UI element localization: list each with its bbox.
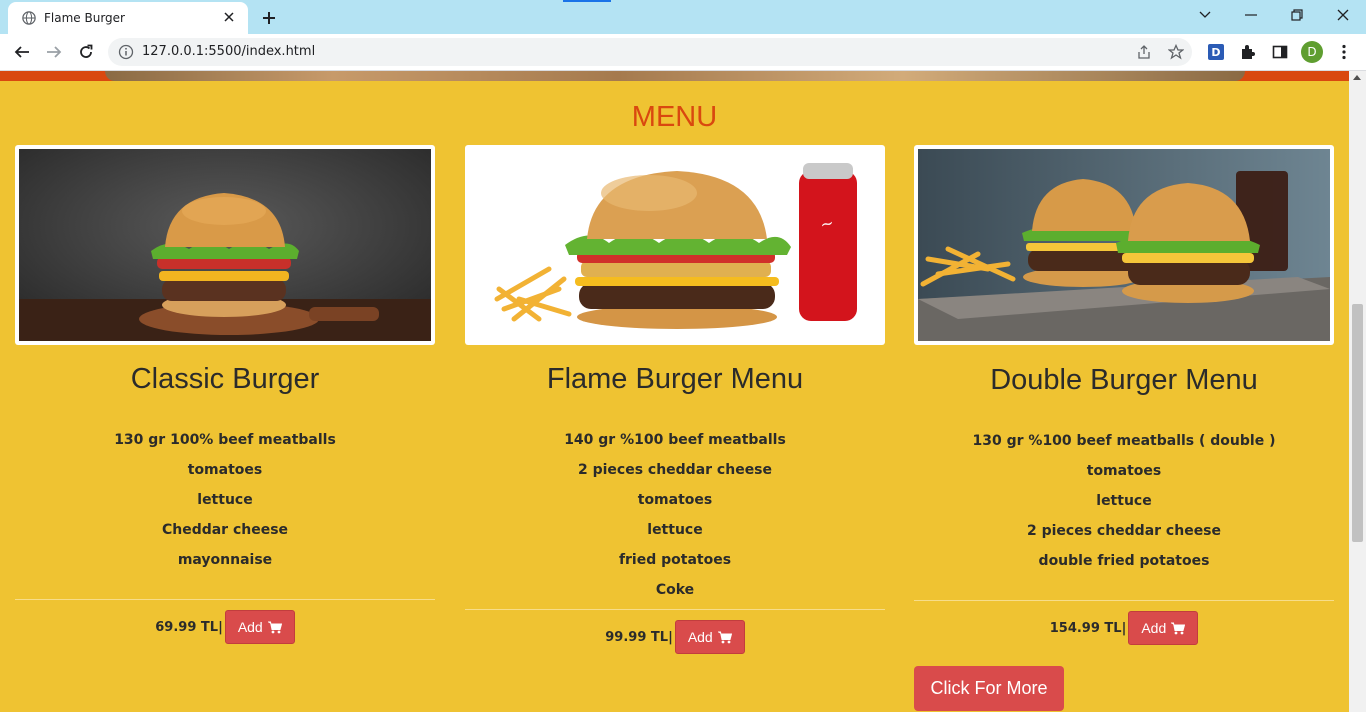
ingredient-item: 130 gr %100 beef meatballs ( double )	[972, 433, 1276, 449]
flame-burger-menu-image: ~	[469, 149, 881, 341]
reload-icon[interactable]	[74, 40, 98, 64]
ingredient-item: 2 pieces cheddar cheese	[577, 462, 773, 478]
ingredient-list: 130 gr %100 beef meatballs ( double ) to…	[914, 426, 1334, 576]
card-divider	[914, 600, 1334, 601]
card-title: Classic Burger	[130, 363, 320, 395]
kebab-menu-icon[interactable]	[1334, 42, 1354, 62]
click-for-more-button[interactable]: Click For More	[914, 666, 1064, 711]
puzzle-extensions-icon[interactable]	[1238, 42, 1258, 62]
ingredient-item: fried potatoes	[618, 552, 732, 568]
double-burger-menu-image	[918, 149, 1330, 341]
add-to-cart-button[interactable]: Add	[1128, 611, 1199, 645]
hero-image-edge	[105, 71, 1245, 81]
ingredient-item: Cheddar cheese	[161, 522, 289, 538]
price-row: 154.99 TL| Add	[914, 611, 1334, 645]
cart-icon	[267, 621, 282, 633]
ingredient-item: Coke	[655, 582, 695, 598]
address-bar[interactable]: 127.0.0.1:5500/index.html	[108, 38, 1192, 66]
price-row: 69.99 TL| Add	[15, 610, 435, 644]
ingredient-item: 140 gr %100 beef meatballs	[564, 432, 786, 448]
profile-avatar[interactable]: D	[1301, 41, 1323, 63]
titlebar-accent	[563, 0, 611, 2]
scrollbar-thumb[interactable]	[1352, 304, 1363, 542]
page-viewport: MENU Classic Burger 130 gr 100% beef mea…	[0, 71, 1349, 712]
ingredient-item: 2 pieces cheddar cheese	[1026, 523, 1222, 539]
side-panel-icon[interactable]	[1270, 42, 1290, 62]
globe-icon	[22, 11, 36, 25]
ingredient-item: tomatoes	[637, 492, 713, 508]
card-image-frame: ~	[465, 145, 885, 345]
card-divider	[465, 609, 885, 610]
info-icon[interactable]	[118, 44, 134, 60]
price-label: 99.99 TL|	[605, 629, 673, 645]
add-to-cart-button[interactable]: Add	[674, 620, 745, 654]
share-icon[interactable]	[1135, 43, 1153, 61]
ingredient-item: lettuce	[647, 522, 703, 538]
price-row: 99.99 TL| Add	[465, 620, 885, 654]
add-label: Add	[237, 619, 263, 635]
tab-search-icon[interactable]	[1182, 0, 1228, 30]
forward-arrow-icon[interactable]	[42, 40, 66, 64]
ingredient-item: tomatoes	[187, 462, 263, 478]
cart-icon	[717, 631, 732, 643]
browser-titlebar: Flame Burger	[0, 0, 1366, 34]
ingredient-list: 140 gr %100 beef meatballs 2 pieces ched…	[465, 425, 885, 605]
card-title: Double Burger Menu	[990, 364, 1258, 396]
ingredient-item: lettuce	[1096, 493, 1152, 509]
card-image-frame	[914, 145, 1334, 345]
browser-toolbar: 127.0.0.1:5500/index.html D	[0, 34, 1366, 71]
add-to-cart-button[interactable]: Add	[224, 610, 295, 644]
ingredient-item: tomatoes	[1086, 463, 1162, 479]
extension-d-icon[interactable]: D	[1206, 42, 1226, 62]
browser-tab[interactable]: Flame Burger	[8, 2, 248, 34]
new-tab-button[interactable]	[258, 7, 280, 29]
card-divider	[15, 599, 435, 600]
back-arrow-icon[interactable]	[10, 40, 34, 64]
menu-heading: MENU	[631, 101, 718, 133]
ingredient-list: 130 gr 100% beef meatballs tomatoes lett…	[15, 425, 435, 575]
scroll-up-arrow-icon[interactable]	[1353, 75, 1361, 80]
price-label: 69.99 TL|	[155, 619, 223, 635]
card-image-frame	[15, 145, 435, 345]
ingredient-item: double fried potatoes	[1038, 553, 1210, 569]
url-text[interactable]: 127.0.0.1:5500/index.html	[142, 44, 315, 59]
add-label: Add	[687, 629, 713, 645]
ingredient-item: 130 gr 100% beef meatballs	[114, 432, 336, 448]
tab-title: Flame Burger	[44, 11, 125, 25]
price-label: 154.99 TL|	[1049, 620, 1127, 636]
bookmark-star-icon[interactable]	[1167, 43, 1185, 61]
minimize-icon[interactable]	[1228, 0, 1274, 30]
ingredient-item: mayonnaise	[177, 552, 273, 568]
restore-icon[interactable]	[1274, 0, 1320, 30]
ingredient-item: lettuce	[197, 492, 253, 508]
add-label: Add	[1141, 620, 1167, 636]
classic-burger-image	[19, 149, 431, 341]
card-title: Flame Burger Menu	[546, 363, 804, 395]
close-window-icon[interactable]	[1320, 0, 1366, 30]
close-tab-icon[interactable]	[220, 8, 238, 26]
cart-icon	[1171, 622, 1186, 634]
